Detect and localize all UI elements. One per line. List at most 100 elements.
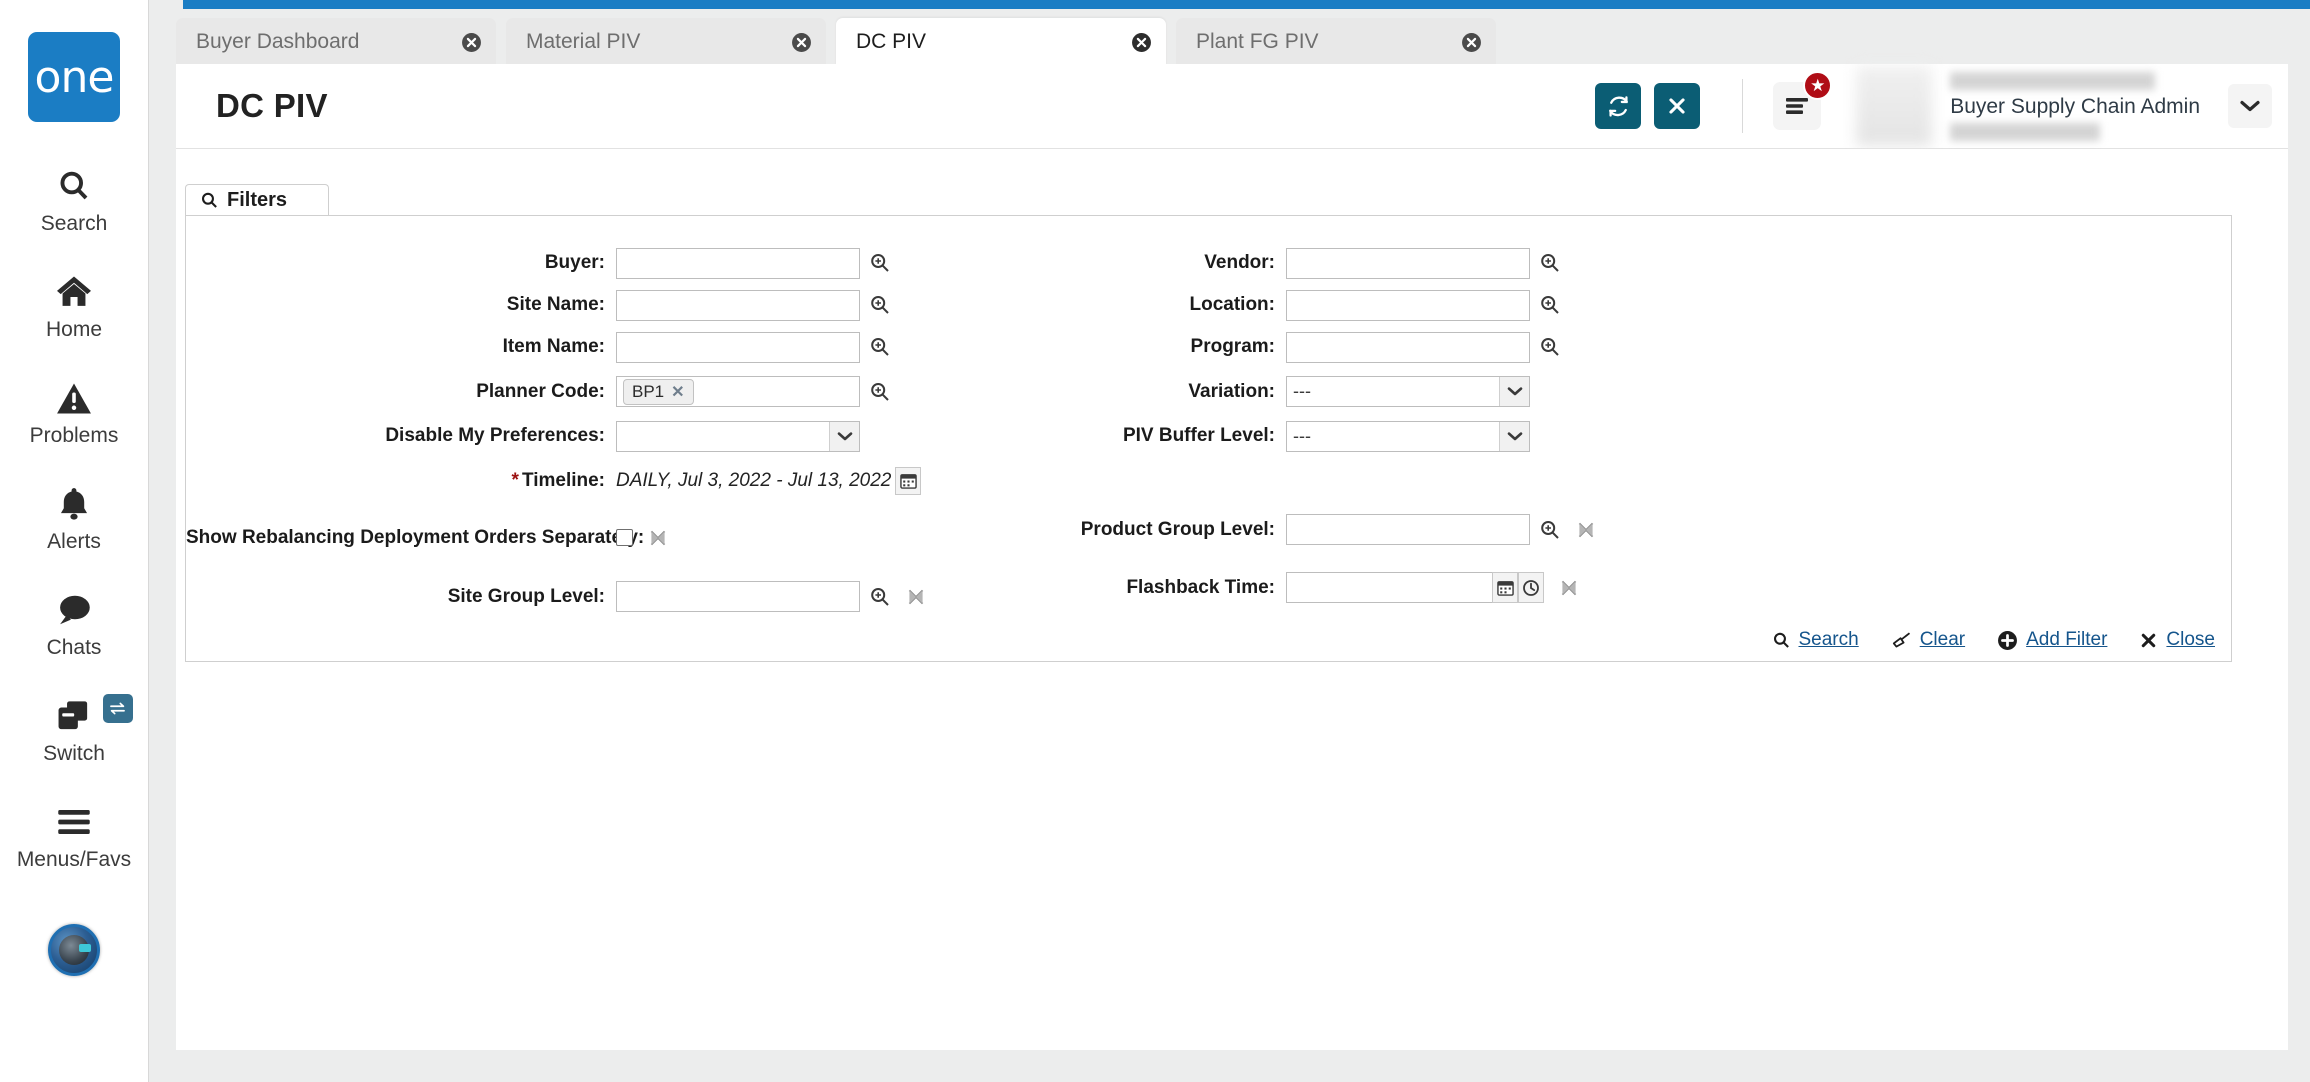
site-group-level-lookup-icon[interactable] (869, 586, 891, 608)
sidebar-item-label: Chats (46, 636, 102, 659)
filter-row-program: Program: (1006, 326, 1706, 368)
add-filter-button[interactable]: Add Filter (1997, 629, 2107, 651)
site-group-level-clear-icon[interactable] (906, 587, 926, 607)
buyer-input[interactable] (616, 247, 860, 279)
page-header: DC PIV ★ Buyer Supply Chain Admin (176, 64, 2288, 149)
one-logo[interactable]: one (28, 32, 120, 122)
piv-buffer-level-label: PIV Buffer Level: (1122, 425, 1275, 446)
chevron-down-icon (2239, 99, 2261, 113)
filters-tab-label: Filters (227, 189, 288, 211)
sidebar-item-home[interactable]: Home (0, 270, 149, 342)
user-menu-button[interactable] (2228, 84, 2272, 128)
site-group-level-input[interactable] (616, 581, 860, 612)
piv-buffer-level-select[interactable]: --- (1286, 420, 1530, 452)
planner-code-input[interactable]: BP1 ✕ (616, 376, 860, 407)
site-name-label: Site Name: (506, 294, 605, 315)
filters-tab[interactable]: Filters (185, 184, 329, 216)
item-name-input[interactable] (616, 331, 860, 363)
sidebar-item-menus-favs[interactable]: Menus/Favs (0, 800, 149, 872)
sidebar-item-label: Problems (29, 424, 119, 447)
search-button[interactable]: Search (1772, 629, 1859, 651)
item-name-lookup-icon[interactable] (869, 336, 891, 358)
plus-circle-icon (1997, 630, 2018, 651)
close-filters-button[interactable]: Close (2139, 629, 2215, 651)
flashback-time-clear-icon[interactable] (1559, 578, 1579, 598)
tab-plant-fg-piv[interactable]: Plant FG PIV (1176, 18, 1496, 66)
close-icon[interactable] (1130, 31, 1152, 53)
tab-label: Plant FG PIV (1196, 30, 1319, 53)
tab-strip: Buyer Dashboard Material PIV DC PIV Plan… (149, 9, 2310, 69)
top-accent-bar (183, 0, 2310, 9)
sidebar-item-problems[interactable]: Problems (0, 376, 149, 448)
switch-toggle-button[interactable] (102, 694, 133, 723)
flashback-time-input[interactable] (1286, 572, 1492, 603)
show-rebalancing-clear-icon[interactable] (648, 528, 668, 548)
assistant-avatar-icon[interactable] (48, 924, 100, 976)
user-name-redacted (1950, 71, 2156, 90)
filter-row-site-group-level: Site Group Level: (186, 573, 1006, 620)
sidebar-item-search[interactable]: Search (0, 164, 149, 236)
home-icon (55, 270, 93, 314)
close-page-button[interactable] (1654, 83, 1701, 129)
buyer-lookup-icon[interactable] (869, 252, 891, 274)
close-icon[interactable] (1460, 31, 1482, 53)
close-icon[interactable] (790, 31, 812, 53)
program-input[interactable] (1286, 331, 1530, 363)
chip-label: BP1 (632, 381, 665, 401)
filter-row-buyer: Buyer: (186, 242, 1006, 284)
vendor-input[interactable] (1286, 247, 1530, 279)
disable-my-preferences-select[interactable] (616, 420, 860, 452)
filter-row-disable-my-preferences: Disable My Preferences: (186, 415, 1006, 457)
product-group-level-input[interactable] (1286, 514, 1530, 545)
bell-icon (57, 482, 91, 526)
clock-icon[interactable] (1518, 572, 1544, 603)
filter-row-piv-buffer-level: PIV Buffer Level: --- (1006, 415, 1706, 457)
warning-triangle-icon (56, 376, 92, 420)
item-name-label: Item Name: (502, 336, 605, 357)
product-group-level-lookup-icon[interactable] (1539, 519, 1561, 541)
add-filter-button-label: Add Filter (2026, 629, 2108, 650)
chevron-down-icon (1499, 377, 1529, 406)
close-icon[interactable] (460, 31, 482, 53)
buyer-label: Buyer: (544, 252, 605, 273)
sidebar-item-switch[interactable]: Switch (0, 694, 149, 766)
tab-dc-piv[interactable]: DC PIV (836, 18, 1166, 69)
refresh-button[interactable] (1595, 83, 1642, 129)
filters-right-column: Vendor: Location: Program: Variation: --… (1006, 242, 1706, 611)
user-org-redacted (1950, 122, 2101, 141)
timeline-field[interactable]: DAILY, Jul 3, 2022 - Jul 13, 2022 (616, 466, 922, 495)
close-x-icon (2139, 631, 2158, 650)
main-panel: Filters Buyer: Site Name: Item Name: Pla… (176, 149, 2288, 1050)
calendar-icon[interactable] (1492, 572, 1518, 603)
product-group-level-clear-icon[interactable] (1576, 520, 1596, 540)
show-rebalancing-checkbox[interactable] (616, 529, 633, 546)
tab-material-piv[interactable]: Material PIV (506, 18, 826, 66)
variation-select[interactable]: --- (1286, 376, 1530, 407)
sidebar-item-alerts[interactable]: Alerts (0, 482, 149, 554)
search-icon (1772, 631, 1791, 650)
search-icon (56, 164, 92, 208)
site-name-input[interactable] (616, 289, 860, 321)
location-lookup-icon[interactable] (1539, 294, 1561, 316)
location-input[interactable] (1286, 289, 1530, 321)
timeline-label: * Timeline: (186, 470, 616, 492)
sidebar-item-label: Home (45, 318, 103, 341)
vendor-lookup-icon[interactable] (1539, 252, 1561, 274)
clear-button[interactable]: Clear (1891, 629, 1965, 651)
select-value: --- (1293, 381, 1311, 401)
clear-button-label: Clear (1919, 629, 1966, 650)
show-rebalancing-label: Show Rebalancing Deployment Orders Separ… (186, 526, 645, 548)
filter-row-planner-code: Planner Code: BP1 ✕ (186, 368, 1006, 415)
menu-favorites-button[interactable]: ★ (1773, 71, 1833, 130)
chip-remove-icon[interactable]: ✕ (671, 382, 684, 402)
site-name-lookup-icon[interactable] (869, 294, 891, 316)
chevron-down-icon (1499, 421, 1529, 451)
sidebar-item-chats[interactable]: Chats (0, 588, 149, 660)
program-lookup-icon[interactable] (1539, 336, 1561, 358)
tab-label: Material PIV (526, 30, 641, 53)
filter-row-product-group-level: Product Group Level: (1006, 506, 1706, 553)
planner-code-lookup-icon[interactable] (869, 381, 891, 403)
left-sidebar: one Search Home Problems Alerts Chats Sw… (0, 0, 149, 1082)
tab-buyer-dashboard[interactable]: Buyer Dashboard (176, 18, 496, 66)
calendar-icon[interactable] (895, 466, 922, 495)
